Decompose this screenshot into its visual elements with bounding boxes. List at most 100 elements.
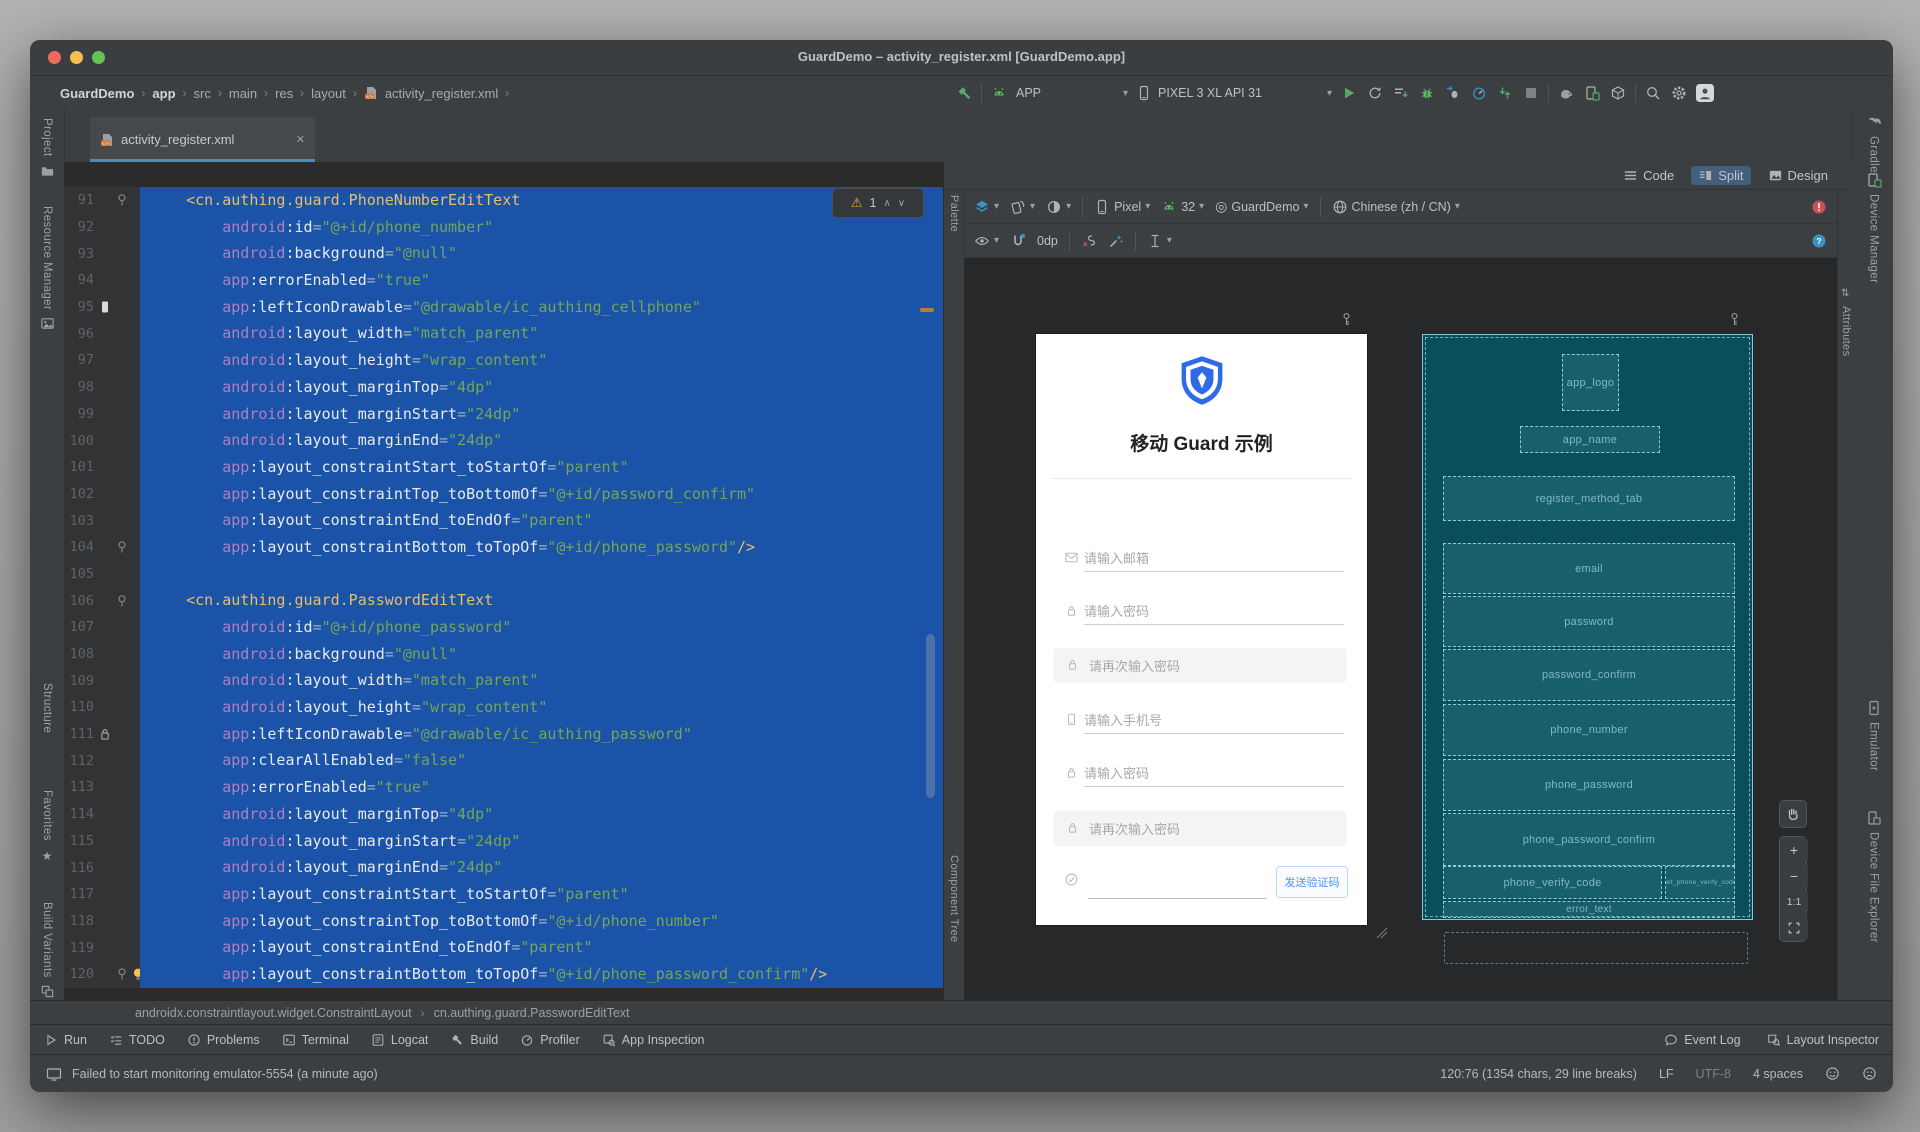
sidebar-item-gradle[interactable]: Gradle: [1853, 114, 1893, 173]
editor-gutter[interactable]: 95: [64, 293, 140, 321]
editor-gutter[interactable]: 91: [64, 187, 140, 214]
breadcrumb-item[interactable]: res: [275, 86, 293, 101]
attach-debugger-icon[interactable]: [1444, 84, 1462, 102]
theme-selector[interactable]: ◎ GuardDemo ▾: [1215, 198, 1308, 215]
target-device-selector[interactable]: PIXEL 3 XL API 31 ▾: [1136, 81, 1332, 105]
run-config-selector[interactable]: APP ▾: [1016, 81, 1128, 105]
code-text[interactable]: app:clearAllEnabled="false": [140, 747, 943, 775]
blueprint-view-register_method_tab[interactable]: register_method_tab: [1443, 476, 1735, 521]
avd-manager-icon[interactable]: [1609, 84, 1627, 102]
api-selector[interactable]: 32 ▾: [1161, 199, 1204, 215]
run-icon[interactable]: [1340, 84, 1358, 102]
breadcrumb-item[interactable]: main: [229, 86, 257, 101]
blueprint-preview[interactable]: app_logo app_name register_method_tab email…: [1422, 334, 1753, 920]
code-text[interactable]: app:errorEnabled="true": [140, 774, 943, 801]
sidebar-item-device-manager[interactable]: Device Manager: [1853, 172, 1893, 283]
breadcrumb-item[interactable]: GuardDemo: [60, 86, 134, 101]
blueprint-view-email[interactable]: email: [1443, 543, 1735, 594]
code-text[interactable]: android:layout_marginEnd="24dp": [140, 854, 943, 881]
smile-icon[interactable]: [1825, 1066, 1840, 1081]
code-text[interactable]: <cn.authing.guard.PhoneNumberEditText: [140, 187, 943, 214]
sidebar-item-favorites[interactable]: Favorites ★: [30, 790, 64, 865]
stop-icon[interactable]: [1522, 84, 1540, 102]
editor-gutter[interactable]: 114: [64, 800, 140, 828]
code-text[interactable]: app:layout_constraintEnd_toEndOf="parent…: [140, 934, 943, 961]
profiler-icon[interactable]: [1470, 84, 1488, 102]
attributes-tab[interactable]: Attributes: [1840, 306, 1852, 356]
infer-constraints-icon[interactable]: [1108, 233, 1124, 249]
editor-gutter[interactable]: 118: [64, 907, 140, 935]
help-circle-icon[interactable]: ?: [1811, 233, 1827, 249]
tool-window-button-logcat[interactable]: Logcat: [371, 1033, 428, 1047]
sidebar-item-device-file-explorer[interactable]: Device File Explorer: [1853, 810, 1893, 943]
tool-window-button-profiler[interactable]: Profiler: [520, 1033, 580, 1047]
theme-icon[interactable]: [1046, 199, 1062, 215]
editor-gutter[interactable]: 119: [64, 934, 140, 961]
tool-window-button-problems[interactable]: Problems: [187, 1033, 260, 1047]
default-margin-selector[interactable]: 0dp: [1037, 234, 1058, 248]
code-text[interactable]: android:id="@+id/phone_number": [140, 213, 943, 241]
frown-icon[interactable]: [1862, 1066, 1877, 1081]
editor-gutter[interactable]: 116: [64, 854, 140, 881]
sync-project-icon[interactable]: [1557, 84, 1575, 102]
code-text[interactable]: android:layout_width="match_parent": [140, 667, 943, 695]
input-field-5[interactable]: 请再次输入密码: [1054, 811, 1346, 846]
code-text[interactable]: app:layout_constraintBottom_toTopOf="@+i…: [140, 960, 943, 988]
tool-window-button-run[interactable]: Run: [44, 1033, 87, 1047]
sidebar-item-project[interactable]: Project: [30, 118, 64, 178]
code-text[interactable]: android:layout_marginTop="4dp": [140, 373, 943, 401]
editor-gutter[interactable]: 112: [64, 747, 140, 775]
error-stripe-mark[interactable]: [920, 308, 934, 312]
breadcrumb-item[interactable]: layout: [311, 86, 346, 101]
editor-gutter[interactable]: 96: [64, 320, 140, 348]
input-field-0[interactable]: 请输入邮箱: [1064, 544, 1344, 572]
locale-selector[interactable]: Chinese (zh / CN) ▾: [1332, 199, 1460, 215]
caret-position[interactable]: 120:76 (1354 chars, 29 line breaks): [1440, 1067, 1637, 1081]
tool-window-button-todo[interactable]: TODO: [109, 1033, 165, 1047]
editor-gutter[interactable]: 99: [64, 400, 140, 428]
code-text[interactable]: android:layout_height="wrap_content": [140, 694, 943, 721]
avatar-icon[interactable]: [1696, 84, 1714, 102]
code-text[interactable]: app:leftIconDrawable="@drawable/ic_authi…: [140, 293, 943, 321]
verify-code-input[interactable]: [1088, 865, 1267, 899]
editor-gutter[interactable]: 117: [64, 880, 140, 908]
editor-gutter[interactable]: 103: [64, 507, 140, 534]
debug-icon[interactable]: [1418, 84, 1436, 102]
magnet-icon[interactable]: [1010, 233, 1026, 249]
code-text[interactable]: <cn.authing.guard.PasswordEditText: [140, 587, 943, 614]
clear-constraints-icon[interactable]: [1081, 233, 1097, 249]
blueprint-view-get_phone_verify_code[interactable]: get_phone_verify_code: [1665, 866, 1735, 899]
input-field-2[interactable]: 请再次输入密码: [1054, 648, 1346, 683]
code-text[interactable]: android:background="@null": [140, 240, 943, 268]
editor-gutter[interactable]: 98: [64, 373, 140, 401]
editor-gutter[interactable]: 100: [64, 427, 140, 454]
component-tree-tab[interactable]: Component Tree: [948, 855, 960, 943]
editor-gutter[interactable]: 113: [64, 774, 140, 801]
editor-gutter[interactable]: 93: [64, 240, 140, 268]
xml-breadcrumb-item[interactable]: cn.authing.guard.PasswordEditText: [434, 1006, 630, 1020]
editor-gutter[interactable]: 97: [64, 347, 140, 374]
code-text[interactable]: [140, 560, 943, 588]
editor-gutter[interactable]: 104: [64, 533, 140, 561]
error-circle-icon[interactable]: [1811, 199, 1827, 215]
editor-gutter[interactable]: 107: [64, 614, 140, 641]
blueprint-view-error_text[interactable]: error_text: [1443, 901, 1735, 918]
device-preview[interactable]: 移动 Guard 示例 请输入邮箱 请输入密码 请再次输入密码 请输入手机号 请输入密码…: [1036, 334, 1367, 925]
verify-code-row[interactable]: 发送验证码: [1064, 865, 1348, 899]
code-text[interactable]: app:layout_constraintTop_toBottomOf="@+i…: [140, 907, 943, 935]
tool-window-button-app-inspection[interactable]: App Inspection: [602, 1033, 705, 1047]
sidebar-item-build-variants[interactable]: Build Variants: [30, 902, 64, 999]
zoom-out-button[interactable]: −: [1780, 863, 1808, 889]
code-text[interactable]: android:layout_width="match_parent": [140, 320, 943, 348]
editor-scrollbar[interactable]: [926, 634, 935, 798]
device-selector[interactable]: Pixel ▾: [1094, 199, 1150, 215]
sidebar-item-emulator[interactable]: Emulator: [1853, 700, 1893, 771]
search-icon[interactable]: [1644, 84, 1662, 102]
input-field-3[interactable]: 请输入手机号: [1064, 706, 1344, 734]
code-text[interactable]: android:id="@+id/phone_password": [140, 614, 943, 641]
pan-tool-button[interactable]: [1779, 800, 1807, 828]
editor-gutter[interactable]: 106: [64, 587, 140, 614]
mode-design-button[interactable]: Design: [1761, 166, 1835, 185]
design-surface[interactable]: 移动 Guard 示例 请输入邮箱 请输入密码 请再次输入密码 请输入手机号 请输入密码…: [964, 258, 1837, 1000]
editor-gutter[interactable]: 92: [64, 213, 140, 241]
